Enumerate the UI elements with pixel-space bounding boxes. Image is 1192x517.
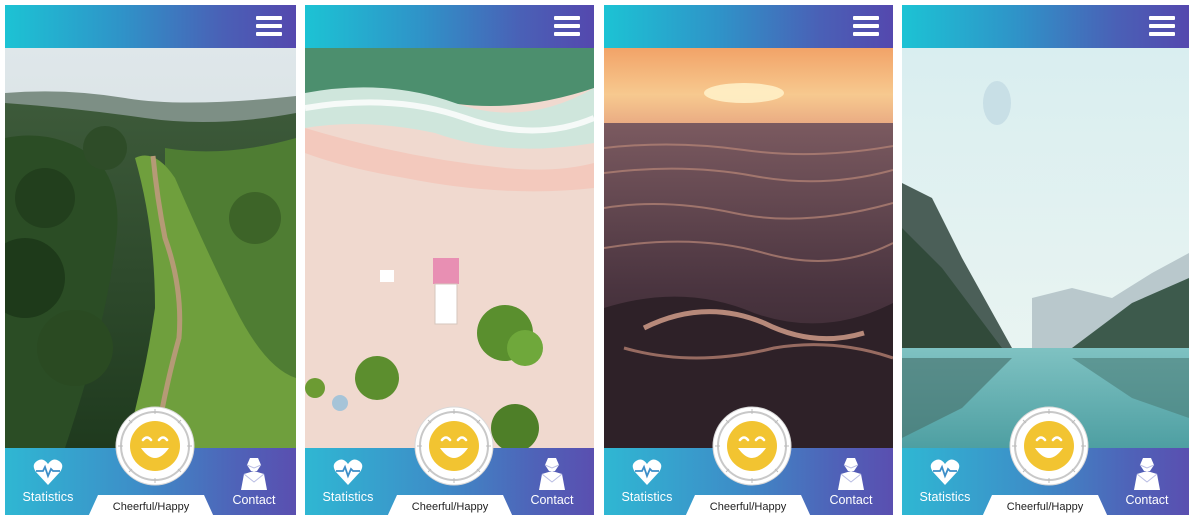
contact-label: Contact — [1125, 493, 1169, 507]
top-bar — [305, 5, 594, 48]
background-photo-beach — [305, 48, 594, 448]
top-bar — [5, 5, 296, 48]
contact-button[interactable]: Contact — [224, 456, 284, 507]
contact-person-icon — [1134, 458, 1160, 490]
mood-label: Cheerful/Happy — [411, 501, 489, 513]
mood-label: Cheerful/Happy — [112, 501, 190, 513]
mood-tab[interactable]: Cheerful/Happy — [685, 495, 811, 515]
contact-button[interactable]: Contact — [1117, 456, 1177, 507]
top-bar — [902, 5, 1189, 48]
background-photo-sunset-sea — [604, 48, 893, 448]
heart-pulse-icon — [33, 459, 63, 485]
mood-tab[interactable]: Cheerful/Happy — [387, 495, 513, 515]
contact-label: Contact — [232, 493, 276, 507]
mood-tab[interactable]: Cheerful/Happy — [88, 495, 214, 515]
statistics-label: Statistics — [621, 490, 673, 504]
mood-tab[interactable]: Cheerful/Happy — [982, 495, 1108, 515]
heart-pulse-icon — [632, 459, 662, 485]
happy-face-icon — [727, 421, 777, 471]
statistics-label: Statistics — [322, 490, 374, 504]
happy-face-icon — [429, 421, 479, 471]
mood-dial-button[interactable] — [712, 406, 792, 486]
app-screen-sunset-sea: Statistics Contact Cheerful/Happy — [604, 5, 893, 515]
hamburger-menu-icon[interactable] — [853, 15, 879, 37]
statistics-button[interactable]: Statistics — [15, 458, 81, 504]
hamburger-menu-icon[interactable] — [554, 15, 580, 37]
heart-pulse-icon — [930, 459, 960, 485]
contact-label: Contact — [530, 493, 574, 507]
statistics-label: Statistics — [22, 490, 74, 504]
mood-dial-button[interactable] — [115, 406, 195, 486]
app-screen-beach: Statistics Contact Cheerful/Happy — [305, 5, 594, 515]
heart-pulse-icon — [333, 459, 363, 485]
app-screen-forest: Statistics Contact Cheerful/Happy — [5, 5, 296, 515]
contact-person-icon — [539, 458, 565, 490]
mood-dial-button[interactable] — [414, 406, 494, 486]
statistics-label: Statistics — [919, 490, 971, 504]
contact-label: Contact — [829, 493, 873, 507]
statistics-button[interactable]: Statistics — [912, 458, 978, 504]
happy-face-icon — [130, 421, 180, 471]
mood-label: Cheerful/Happy — [709, 501, 787, 513]
contact-button[interactable]: Contact — [522, 456, 582, 507]
contact-button[interactable]: Contact — [821, 456, 881, 507]
top-bar — [604, 5, 893, 48]
contact-person-icon — [838, 458, 864, 490]
app-screens-showcase: Statistics Contact Cheerful/Happy Statis… — [0, 0, 1192, 517]
happy-face-icon — [1024, 421, 1074, 471]
hamburger-menu-icon[interactable] — [256, 15, 282, 37]
background-photo-mountain-lake — [902, 48, 1189, 448]
mood-label: Cheerful/Happy — [1006, 501, 1084, 513]
statistics-button[interactable]: Statistics — [315, 458, 381, 504]
mood-dial-button[interactable] — [1009, 406, 1089, 486]
background-photo-forest — [5, 48, 296, 448]
contact-person-icon — [241, 458, 267, 490]
hamburger-menu-icon[interactable] — [1149, 15, 1175, 37]
statistics-button[interactable]: Statistics — [614, 458, 680, 504]
app-screen-mountain-lake: Statistics Contact Cheerful/Happy — [902, 5, 1189, 515]
